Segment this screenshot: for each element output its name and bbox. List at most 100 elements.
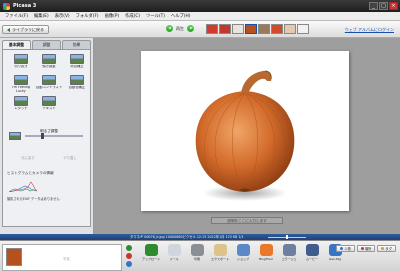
tray-action-icon <box>236 244 250 256</box>
onion-image <box>195 70 295 201</box>
auto-contrast-tool[interactable]: 自動コントラスト <box>35 75 63 93</box>
back-to-library-label: ライブラリに戻る <box>12 26 44 32</box>
tray-action-label: BlogThis! <box>259 257 273 261</box>
text-tool[interactable]: テキスト <box>35 96 63 114</box>
auto-color-tool[interactable]: 自動色補正 <box>63 75 91 93</box>
title-bar: Picasa 3 _ □ × <box>0 0 400 12</box>
redeye-label: 赤目補正 <box>70 65 84 68</box>
tray-action-2[interactable]: 印刷 <box>187 244 207 261</box>
retouch-icon <box>14 96 28 106</box>
fill-light-slider[interactable] <box>25 135 83 137</box>
redeye-icon <box>70 54 84 64</box>
clear-icon[interactable] <box>126 253 132 259</box>
menu-view[interactable]: 表示(V) <box>52 13 73 19</box>
redeye-tool[interactable]: 赤目補正 <box>63 54 91 72</box>
straighten-tool[interactable]: 傾き調整 <box>35 54 63 72</box>
tray-action-label: ショップ <box>236 257 249 261</box>
redo-button[interactable]: やり直し <box>63 155 77 160</box>
add-icon[interactable] <box>126 261 132 267</box>
tray-action-label: ムービー <box>305 257 318 261</box>
feeling-lucky-label: I'm Feeling Lucky <box>12 86 30 93</box>
photo[interactable] <box>141 51 349 211</box>
fill-light-row: 明るさ調整 <box>7 129 91 140</box>
tags-label: タグ <box>385 246 392 251</box>
web-albums-link[interactable]: ウェブ アルバムにログイン <box>345 27 394 33</box>
tray-photo-thumbnail[interactable] <box>6 248 22 266</box>
menu-create[interactable]: 作成(C) <box>122 13 143 19</box>
undo-button[interactable]: 元に戻す <box>21 155 35 160</box>
histogram-graph <box>9 181 37 192</box>
picasa-logo-icon <box>3 2 10 10</box>
fill-light-slider-thumb[interactable] <box>41 133 44 139</box>
feeling-lucky-icon <box>14 75 28 85</box>
photo-view: 説明をここに入力します <box>94 38 400 234</box>
window-controls: _ □ × <box>369 2 398 10</box>
tab-tuning[interactable]: 調整 <box>32 40 61 49</box>
menu-help[interactable]: ヘルプ(H) <box>168 13 193 19</box>
filmstrip-thumbnail[interactable] <box>245 24 257 34</box>
tray-action-label: Geo-Tag <box>329 257 341 261</box>
tags-button[interactable]: タグ <box>377 245 396 252</box>
photo-navigation: 再生 <box>166 25 194 32</box>
crop-label: 切り抜き <box>14 65 28 68</box>
places-button[interactable]: 場所 <box>356 245 376 252</box>
filmstrip-thumbnail[interactable] <box>284 24 296 34</box>
slideshow-label[interactable]: 再生 <box>176 26 184 32</box>
histogram-title: ヒストグラムとカメラの情報 <box>7 171 54 175</box>
tray-action-4[interactable]: ショップ <box>233 244 253 261</box>
tags-icon <box>381 247 385 250</box>
tray-action-5[interactable]: BlogThis! <box>256 244 276 261</box>
tray-well: 写真 <box>2 244 122 271</box>
tray-action-6[interactable]: コラージュ <box>279 244 299 261</box>
text-icon <box>42 96 56 106</box>
filmstrip-thumbnail[interactable] <box>232 24 244 34</box>
filmstrip-thumbnail[interactable] <box>258 24 270 34</box>
text-label: テキスト <box>42 107 56 110</box>
edit-panel: 基本調整 調整 効果 切り抜き 傾き調整 赤目補正 I'm Feeling Lu… <box>0 38 94 234</box>
places-label: 場所 <box>364 246 372 251</box>
tab-basic-fixes[interactable]: 基本調整 <box>2 40 31 49</box>
menu-picture[interactable]: 画像(P) <box>102 13 123 19</box>
menu-tools[interactable]: ツール(T) <box>143 13 168 19</box>
next-photo-icon[interactable] <box>187 25 194 32</box>
retouch-tool[interactable]: レタッチ <box>7 96 35 114</box>
filmstrip-thumbnail[interactable] <box>297 24 309 34</box>
filmstrip-thumbnail[interactable] <box>206 24 218 34</box>
tray-action-1[interactable]: メール <box>164 244 184 261</box>
tray-action-7[interactable]: ムービー <box>302 244 322 261</box>
auto-color-icon <box>70 75 84 85</box>
zoom-slider-thumb[interactable] <box>286 235 288 239</box>
people-button[interactable]: 人物 <box>336 245 355 252</box>
tab-effects[interactable]: 効果 <box>62 40 91 49</box>
previous-photo-icon[interactable] <box>166 25 173 32</box>
photo-tray: 写真 アップロード メール 印刷 エクスポート ショップ BlogThis! コラージュ ムー… <box>0 240 400 272</box>
tray-action-icon <box>259 244 273 256</box>
tool-grid: 切り抜き 傾き調整 赤目補正 I'm Feeling Lucky 自動コントラス… <box>7 54 91 114</box>
crop-tool[interactable]: 切り抜き <box>7 54 35 72</box>
empty-tool-slot <box>63 96 91 114</box>
maximize-button[interactable]: □ <box>379 2 388 10</box>
tray-action-icon <box>167 244 181 256</box>
filmstrip-thumbnail[interactable] <box>219 24 231 34</box>
tray-actions: アップロード メール 印刷 エクスポート ショップ BlogThis! コラージュ ムービー G… <box>141 244 345 261</box>
tray-action-icon <box>213 244 227 256</box>
places-icon <box>360 247 364 250</box>
undo-redo-row: 元に戻す やり直し <box>7 155 91 160</box>
feeling-lucky-tool[interactable]: I'm Feeling Lucky <box>7 75 35 93</box>
tray-action-0[interactable]: アップロード <box>141 244 161 261</box>
tray-action-icon <box>144 244 158 256</box>
caption-input[interactable]: 説明をここに入力します <box>211 217 283 224</box>
menu-file[interactable]: ファイル(F) <box>2 13 31 19</box>
tray-action-3[interactable]: エクスポート <box>210 244 230 261</box>
tray-action-icon <box>190 244 204 256</box>
filmstrip-thumbnail[interactable] <box>271 24 283 34</box>
close-button[interactable]: × <box>389 2 398 10</box>
back-to-library-button[interactable]: ライブラリに戻る <box>2 25 49 34</box>
menu-edit[interactable]: 編集(E) <box>31 13 52 19</box>
minimize-button[interactable]: _ <box>369 2 378 10</box>
menu-folder[interactable]: フォルダ(F) <box>73 13 102 19</box>
tray-controls <box>126 245 132 267</box>
hold-icon[interactable] <box>126 245 132 251</box>
tray-placeholder: 写真 <box>63 257 70 261</box>
people-icon <box>340 247 344 250</box>
